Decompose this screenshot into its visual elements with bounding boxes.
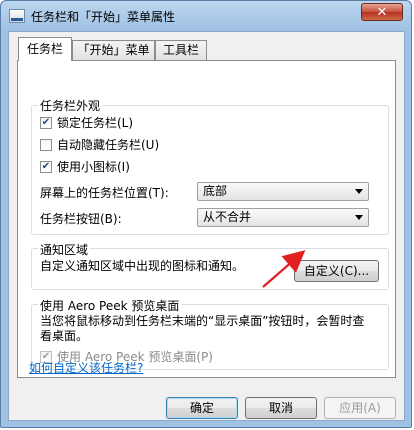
chevron-down-icon	[355, 189, 363, 194]
taskbar-buttons-select[interactable]: 从不合并	[197, 208, 369, 227]
tab-taskbar[interactable]: 任务栏	[18, 37, 72, 61]
taskbar-buttons-label: 任务栏按钮(B):	[40, 212, 122, 226]
notification-description: 自定义通知区域中出现的图标和通知。	[40, 259, 245, 273]
close-button[interactable]: ✕	[361, 3, 403, 21]
lock-taskbar-label: 锁定任务栏(L)	[57, 116, 134, 130]
small-icons-checkbox[interactable]: ✔	[40, 161, 52, 173]
tab-toolbars[interactable]: 工具栏	[155, 40, 207, 60]
group-title-aero-peek: 使用 Aero Peek 预览桌面	[38, 297, 182, 314]
autohide-taskbar-label: 自动隐藏任务栏(U)	[57, 138, 160, 152]
tab-panel-taskbar: 任务栏外观 ✔ 锁定任务栏(L) 自动隐藏任务栏(U) ✔ 使用小图标(I) 屏…	[17, 60, 396, 378]
aero-peek-description: 当您将鼠标移动到任务栏末端的“显示桌面”按钮时，会暂时查看桌面。	[40, 314, 365, 343]
taskbar-position-select[interactable]: 底部	[197, 182, 369, 201]
window-title: 任务栏和「开始」菜单属性	[31, 10, 176, 24]
group-title-appearance: 任务栏外观	[38, 97, 103, 114]
autohide-taskbar-option[interactable]: 自动隐藏任务栏(U)	[40, 137, 240, 153]
ok-button[interactable]: 确定	[166, 397, 238, 419]
taskbar-icon	[9, 9, 25, 23]
lock-taskbar-option[interactable]: ✔ 锁定任务栏(L)	[40, 115, 240, 131]
lock-taskbar-checkbox[interactable]: ✔	[40, 117, 52, 129]
autohide-taskbar-checkbox[interactable]	[40, 139, 52, 151]
help-link[interactable]: 如何自定义该任务栏?	[29, 359, 143, 376]
small-icons-option[interactable]: ✔ 使用小图标(I)	[40, 159, 240, 175]
small-icons-label: 使用小图标(I)	[57, 160, 130, 174]
dialog-client-area: 任务栏 「开始」菜单 工具栏 任务栏外观 ✔ 锁定任务栏(L) 自动隐藏任务栏(…	[8, 31, 405, 421]
group-title-notification: 通知区域	[38, 241, 91, 258]
cancel-button[interactable]: 取消	[245, 397, 317, 419]
taskbar-position-label: 屏幕上的任务栏位置(T):	[40, 186, 169, 200]
chevron-down-icon	[355, 215, 363, 220]
tab-start-menu[interactable]: 「开始」菜单	[72, 40, 155, 60]
properties-dialog: 任务栏和「开始」菜单属性 ✕ 任务栏 「开始」菜单 工具栏 任务栏外观 ✔ 锁定…	[0, 0, 412, 428]
taskbar-position-value: 底部	[203, 184, 228, 198]
customize-button[interactable]: 自定义(C)...	[294, 260, 379, 282]
taskbar-buttons-value: 从不合并	[203, 210, 252, 224]
title-bar[interactable]: 任务栏和「开始」菜单属性 ✕	[1, 1, 411, 31]
apply-button[interactable]: 应用(A)	[324, 397, 396, 419]
